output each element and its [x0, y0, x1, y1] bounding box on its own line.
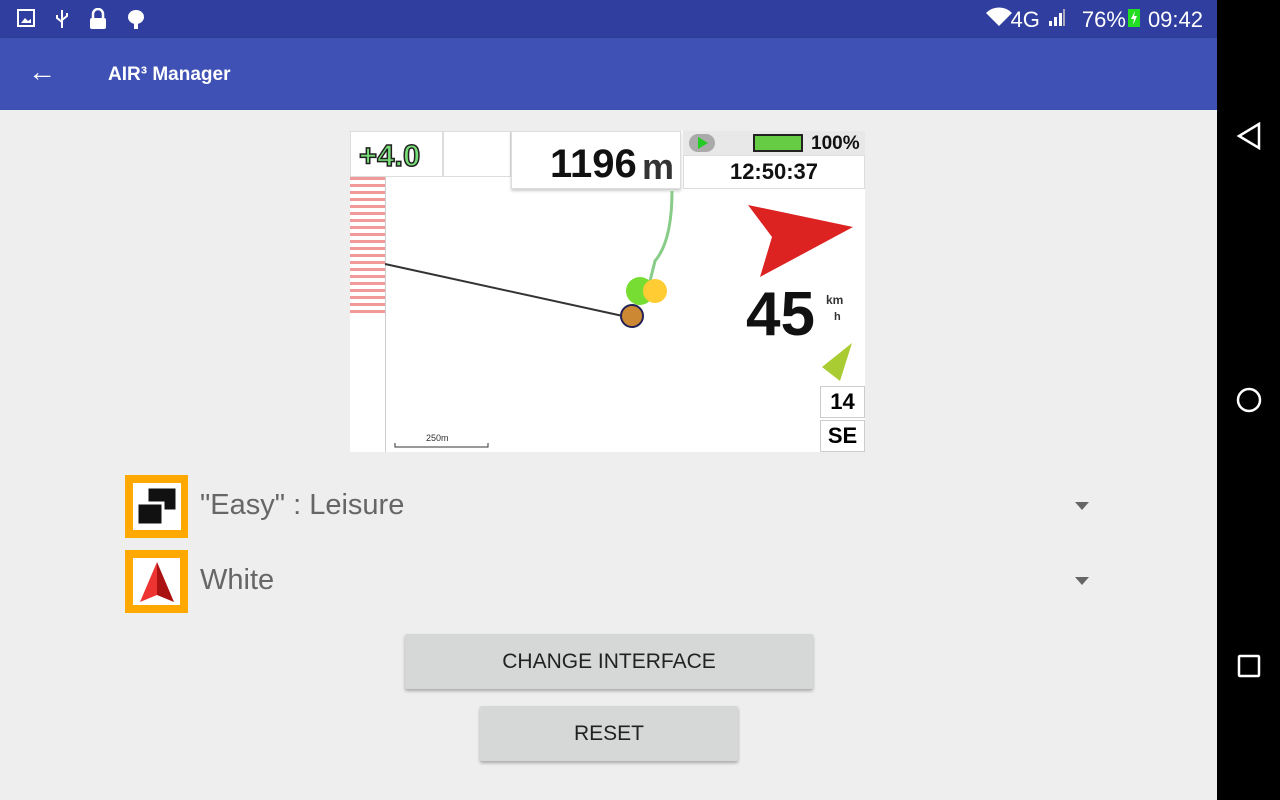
network-type: 4G	[1010, 7, 1040, 32]
wind-speed-box: 14	[820, 386, 865, 418]
status-bar: 4G 76% 09:42	[0, 0, 1217, 38]
usb-icon	[54, 8, 70, 35]
lock-icon	[88, 7, 108, 35]
speed-value: 45	[746, 280, 815, 349]
image-icon	[16, 8, 36, 35]
layout-icon	[125, 475, 188, 538]
dropdown-arrow-icon[interactable]	[1075, 577, 1089, 585]
wind-speed: 14	[830, 389, 855, 414]
signal-icon	[1048, 7, 1066, 33]
interface-spinner[interactable]: "Easy" : Leisure	[125, 475, 1095, 538]
direction-arrow-icon	[748, 205, 853, 277]
compass-arrow-icon	[125, 550, 188, 613]
navigation-bar	[1217, 0, 1280, 800]
content: +4.0 1196 m 100% 12:50:37 45 km h 14 SE …	[0, 110, 1217, 800]
wind-arrow-icon	[822, 343, 852, 381]
back-nav-icon[interactable]	[1236, 122, 1262, 150]
theme-spinner[interactable]: White	[125, 550, 1095, 613]
wind-direction: SE	[827, 423, 858, 448]
app-bar: ← AIR³ Manager	[0, 38, 1217, 110]
arrow-left-icon[interactable]: ←	[28, 58, 56, 86]
speed-unit-h: h	[834, 311, 841, 323]
page-title: AIR³ Manager	[108, 64, 231, 85]
android-icon	[126, 8, 146, 35]
recents-nav-icon[interactable]	[1237, 654, 1261, 678]
theme-selected: White	[200, 564, 275, 596]
wifi-icon	[985, 6, 1013, 34]
reset-button[interactable]: RESET	[480, 706, 738, 761]
interface-selected: "Easy" : Leisure	[200, 489, 405, 521]
map-scale: 250m	[426, 433, 449, 443]
clock: 09:42	[1147, 7, 1203, 32]
dropdown-arrow-icon[interactable]	[1075, 502, 1089, 510]
wind-dir-box: SE	[820, 420, 865, 452]
battery-percent: 76%	[1081, 7, 1126, 32]
home-nav-icon[interactable]	[1236, 387, 1262, 413]
interface-preview: +4.0 1196 m 100% 12:50:37 45 km h 14 SE …	[350, 131, 865, 452]
change-interface-button[interactable]: CHANGE INTERFACE	[405, 634, 813, 689]
battery-charging-icon	[1127, 7, 1140, 33]
speed-unit: km	[826, 293, 844, 307]
